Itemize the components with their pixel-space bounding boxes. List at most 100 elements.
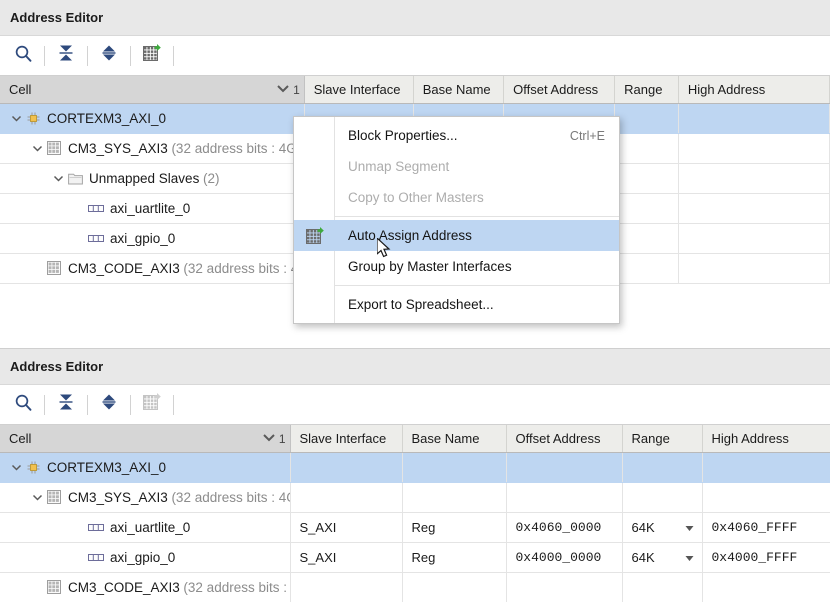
column-header-high-address[interactable]: High Address: [678, 76, 829, 103]
collapse-all-button[interactable]: [49, 41, 83, 71]
table-header-row: Cell1Slave Interface Base Name Offset Addr…: [0, 425, 830, 452]
header-sort-chevron-icon[interactable]: [276, 81, 290, 98]
base-name-cell[interactable]: [402, 452, 506, 482]
high-address-cell[interactable]: [702, 482, 830, 512]
range-cell[interactable]: 64K: [622, 542, 702, 572]
cell-name-cell[interactable]: Unmapped Slaves (2): [0, 163, 304, 193]
dropdown-arrow-icon[interactable]: [685, 520, 694, 535]
address-grid: Cell1Slave Interface Base Name Offset Addr…: [0, 425, 830, 602]
cell-name-cell[interactable]: CORTEXM3_AXI_0: [0, 103, 304, 133]
column-header-range[interactable]: Range: [622, 425, 702, 452]
cell-name-cell[interactable]: CM3_SYS_AXI3 (32 address bits : 4G): [0, 133, 304, 163]
cell-name-note: (32 address bits : 4G): [183, 580, 290, 595]
cell-name-cell[interactable]: axi_gpio_0: [0, 223, 304, 253]
column-header-label: Base Name: [412, 431, 480, 446]
column-header-offset-address[interactable]: Offset Address: [506, 425, 622, 452]
table-row[interactable]: CM3_SYS_AXI3 (32 address bits : 4G): [0, 482, 830, 512]
high-address-cell[interactable]: [678, 133, 829, 163]
collapse-all-icon: [57, 393, 75, 416]
high-address-cell[interactable]: [678, 253, 829, 283]
expand-all-button[interactable]: [92, 390, 126, 420]
context-menu-item-label: Unmap Segment: [348, 159, 449, 174]
range-cell[interactable]: [622, 452, 702, 482]
offset-address-cell[interactable]: [506, 452, 622, 482]
slave-interface-cell[interactable]: S_AXI: [290, 512, 402, 542]
range-cell[interactable]: [615, 193, 679, 223]
search-button[interactable]: [6, 41, 40, 71]
cell-name-cell[interactable]: CM3_SYS_AXI3 (32 address bits : 4G): [0, 482, 290, 512]
range-cell[interactable]: [615, 163, 679, 193]
slave-interface-cell[interactable]: [290, 572, 402, 602]
context-menu-item[interactable]: Export to Spreadsheet...: [294, 289, 619, 320]
slave-interface-cell[interactable]: [290, 482, 402, 512]
column-header-high-address[interactable]: High Address: [702, 425, 830, 452]
base-name-cell[interactable]: Reg: [402, 542, 506, 572]
column-header-label: Range: [624, 82, 662, 97]
range-cell[interactable]: [615, 223, 679, 253]
table-header-row: Cell1Slave InterfaceBase NameOffset Addr…: [0, 76, 830, 103]
toolbar-separator: [44, 395, 45, 415]
header-sort-chevron-icon[interactable]: [262, 430, 276, 447]
tree-expand-chevron-icon[interactable]: [50, 170, 66, 186]
dropdown-arrow-icon[interactable]: [685, 550, 694, 565]
range-cell[interactable]: [622, 482, 702, 512]
base-name-cell[interactable]: Reg: [402, 512, 506, 542]
offset-address-cell[interactable]: [506, 572, 622, 602]
tree-twisty-placeholder: [29, 260, 45, 276]
base-name-cell[interactable]: [402, 572, 506, 602]
tree-expand-chevron-icon[interactable]: [29, 140, 45, 156]
toolbar-separator: [44, 46, 45, 66]
column-header-base-name[interactable]: Base Name: [402, 425, 506, 452]
column-header-slave-interface[interactable]: Slave Interface: [290, 425, 402, 452]
high-address-cell[interactable]: [702, 572, 830, 602]
expand-all-button[interactable]: [92, 41, 126, 71]
column-header-range[interactable]: Range: [615, 76, 679, 103]
table-row[interactable]: axi_uartlite_0S_AXIReg0x4060_000064K0x40…: [0, 512, 830, 542]
collapse-all-button[interactable]: [49, 390, 83, 420]
cell-name-cell[interactable]: CORTEXM3_AXI_0: [0, 452, 290, 482]
table-row[interactable]: axi_gpio_0S_AXIReg0x4000_000064K0x4000_F…: [0, 542, 830, 572]
range-cell[interactable]: 64K: [622, 512, 702, 542]
tree-expand-chevron-icon[interactable]: [29, 489, 45, 505]
tree-expand-chevron-icon[interactable]: [8, 459, 24, 475]
range-cell[interactable]: [615, 133, 679, 163]
cell-name-cell[interactable]: axi_uartlite_0: [0, 193, 304, 223]
high-address-cell[interactable]: 0x4000_FFFF: [702, 542, 830, 572]
offset-address-cell[interactable]: 0x4000_0000: [506, 542, 622, 572]
table-row[interactable]: CORTEXM3_AXI_0: [0, 452, 830, 482]
high-address-cell[interactable]: [702, 452, 830, 482]
high-address-cell[interactable]: [678, 223, 829, 253]
search-button[interactable]: [6, 390, 40, 420]
range-cell[interactable]: [615, 103, 679, 133]
slave-segment-icon: [87, 200, 105, 216]
tree-expand-chevron-icon[interactable]: [8, 110, 24, 126]
offset-address-cell[interactable]: [506, 482, 622, 512]
column-header-cell[interactable]: Cell1: [0, 76, 304, 103]
cell-name-cell[interactable]: axi_gpio_0: [0, 542, 290, 572]
cell-name-cell[interactable]: CM3_CODE_AXI3 (32 address bits : 4G): [0, 253, 304, 283]
table-row[interactable]: CM3_CODE_AXI3 (32 address bits : 4G): [0, 572, 830, 602]
base-name-cell[interactable]: [402, 482, 506, 512]
context-menu-item[interactable]: Auto Assign Address: [294, 220, 619, 251]
column-header-base-name[interactable]: Base Name: [413, 76, 503, 103]
column-header-slave-interface[interactable]: Slave Interface: [304, 76, 413, 103]
column-header-cell[interactable]: Cell1: [0, 425, 290, 452]
auto-assign-address-button[interactable]: [135, 41, 169, 71]
high-address-cell[interactable]: 0x4060_FFFF: [702, 512, 830, 542]
column-header-offset-address[interactable]: Offset Address: [504, 76, 615, 103]
cell-name-cell[interactable]: CM3_CODE_AXI3 (32 address bits : 4G): [0, 572, 290, 602]
range-cell[interactable]: [615, 253, 679, 283]
high-address-cell[interactable]: [678, 193, 829, 223]
cell-name-cell[interactable]: axi_uartlite_0: [0, 512, 290, 542]
column-header-label: Cell: [9, 82, 31, 97]
column-header-label: High Address: [688, 82, 765, 97]
range-cell[interactable]: [622, 572, 702, 602]
offset-address-cell[interactable]: 0x4060_0000: [506, 512, 622, 542]
high-address-cell[interactable]: [678, 103, 829, 133]
context-menu[interactable]: Block Properties...Ctrl+EUnmap SegmentCo…: [293, 116, 620, 324]
high-address-cell[interactable]: [678, 163, 829, 193]
slave-interface-cell[interactable]: S_AXI: [290, 542, 402, 572]
context-menu-item[interactable]: Block Properties...Ctrl+E: [294, 120, 619, 151]
context-menu-item[interactable]: Group by Master Interfaces: [294, 251, 619, 282]
slave-interface-cell[interactable]: [290, 452, 402, 482]
